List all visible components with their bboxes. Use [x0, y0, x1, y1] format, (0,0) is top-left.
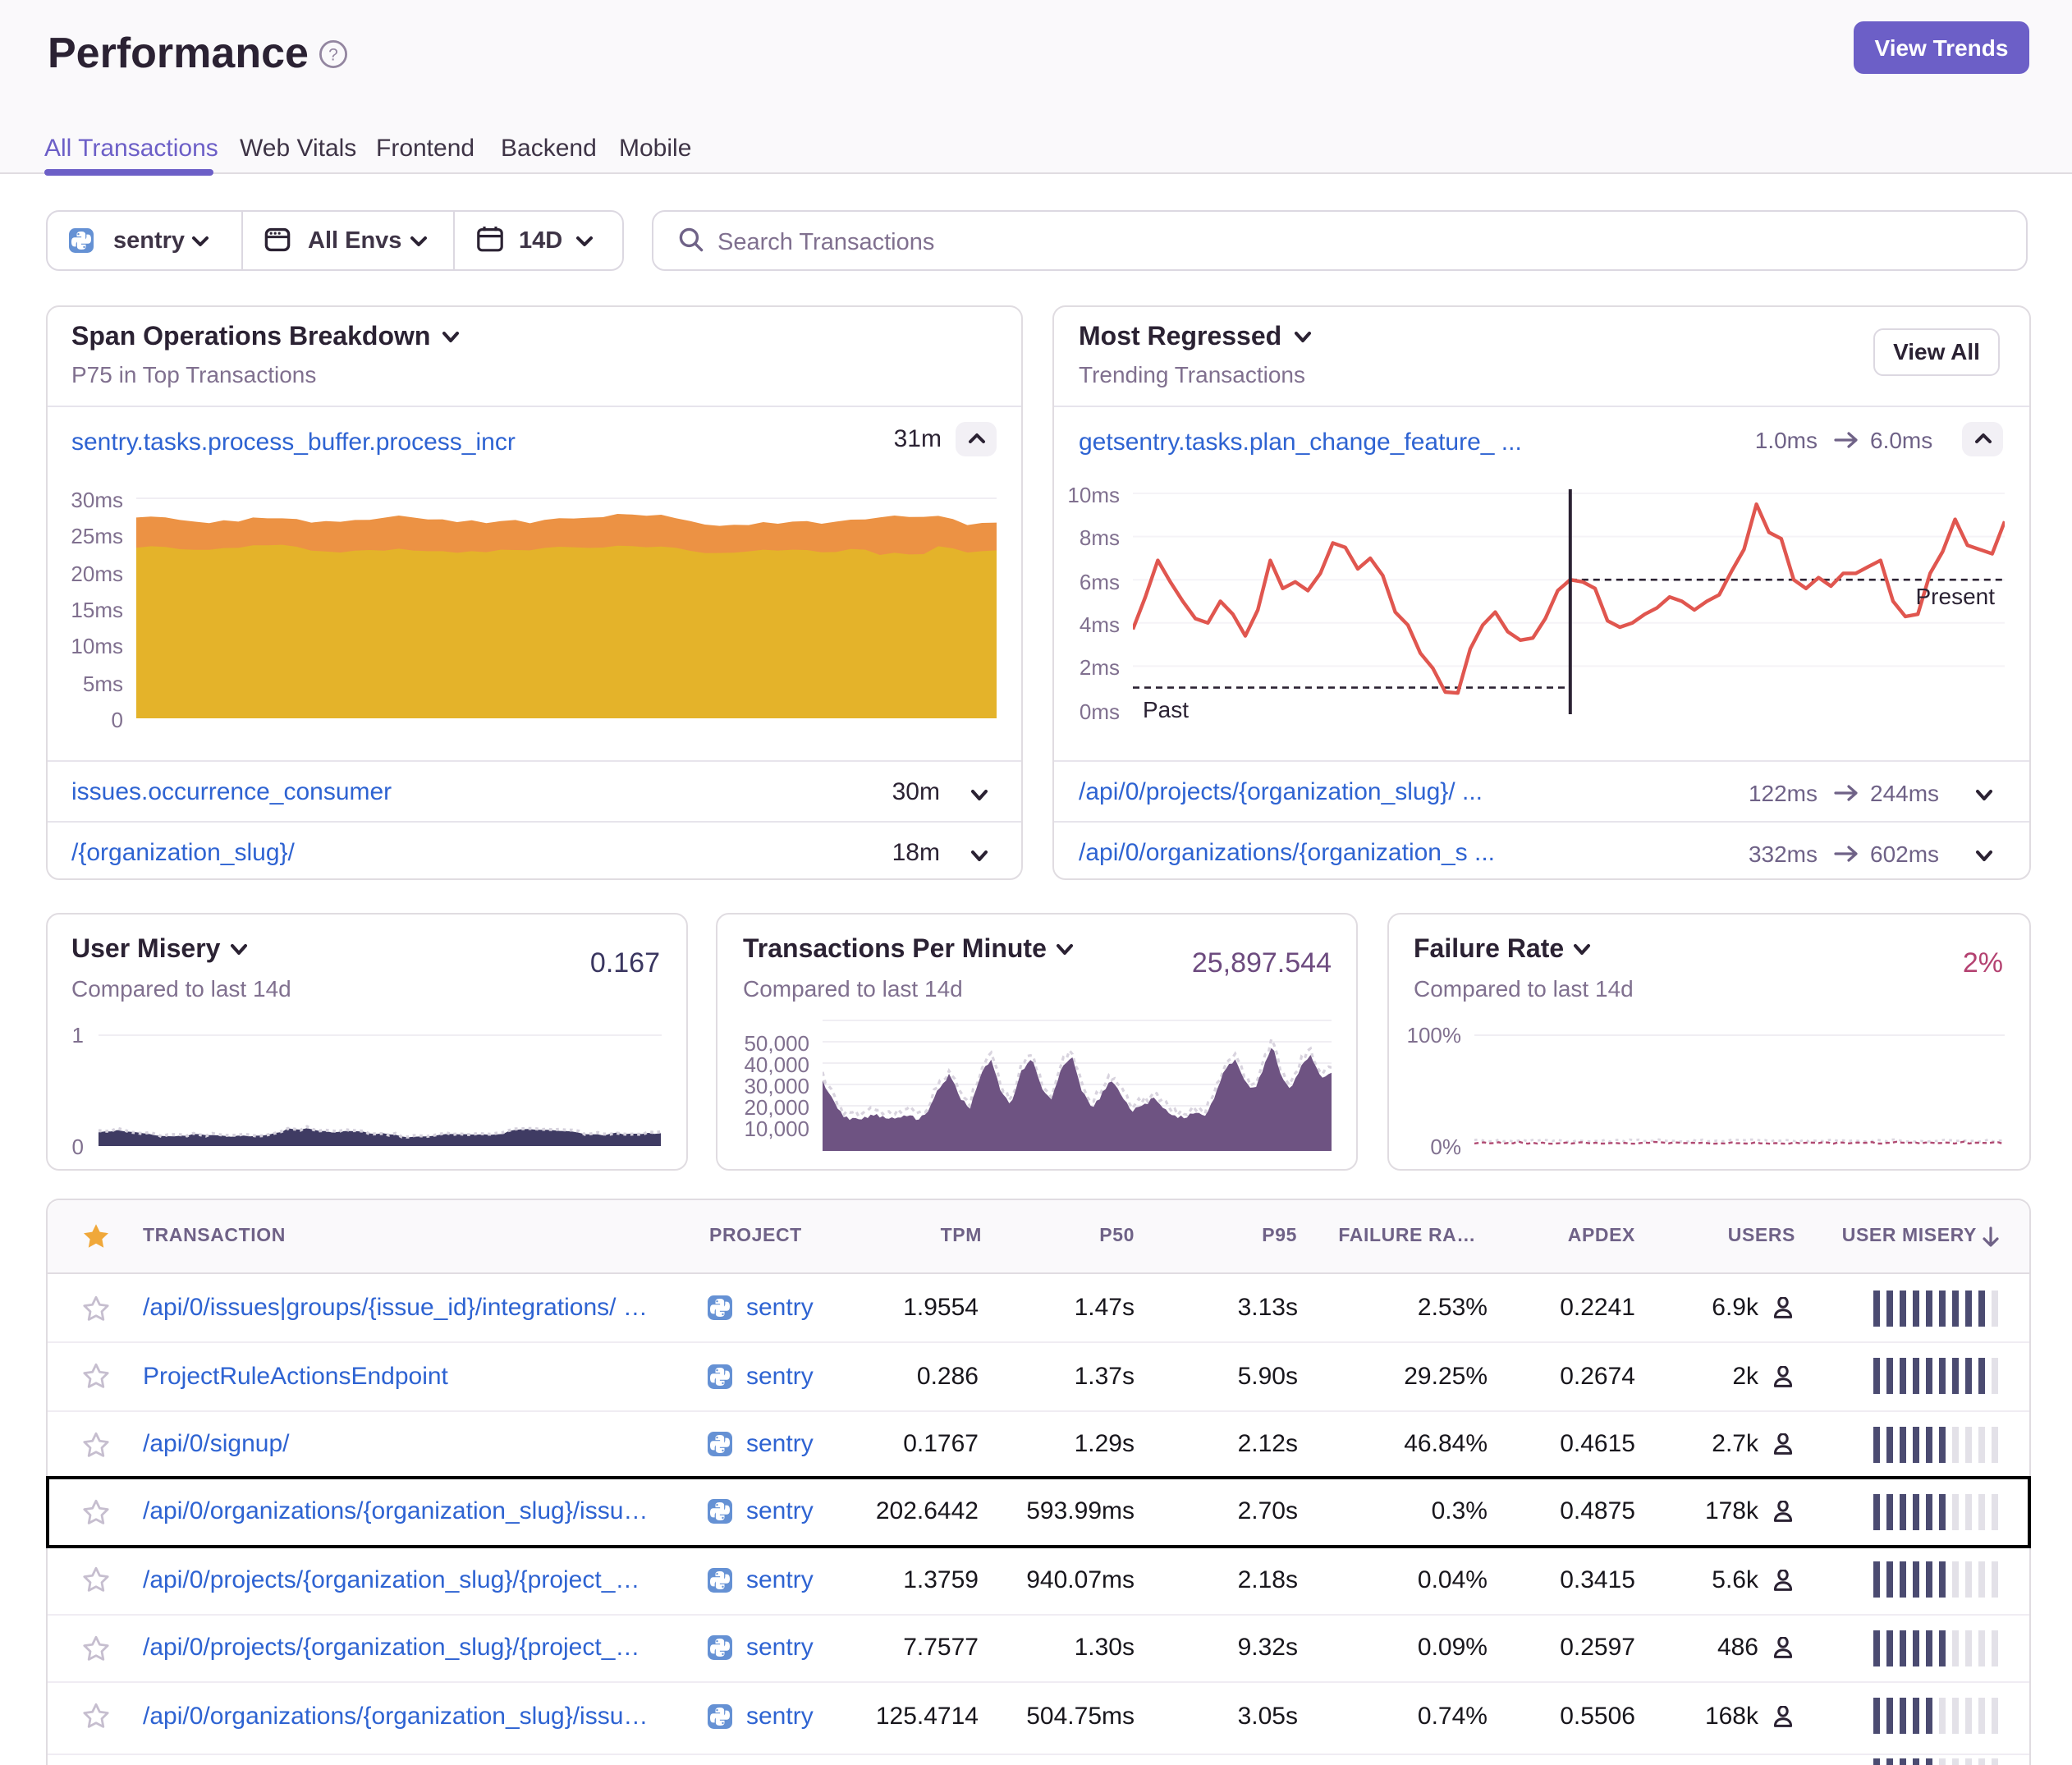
svg-text:?: ? — [328, 45, 338, 64]
